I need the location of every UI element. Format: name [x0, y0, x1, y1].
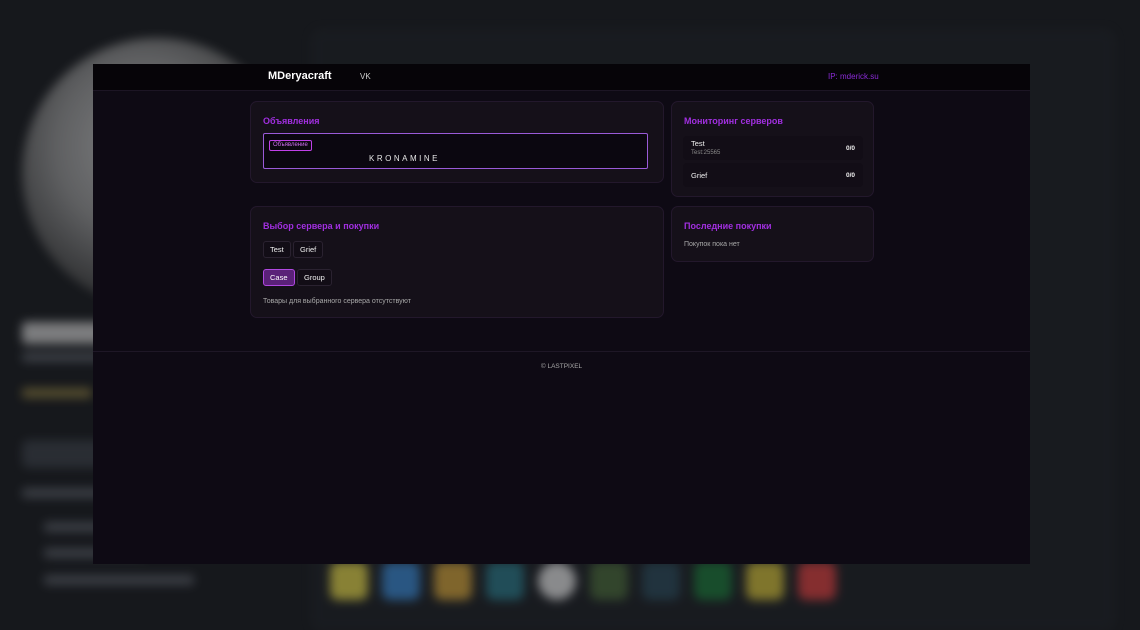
shop-window: MDeryacraft VK IP: mderick.su Объявления…: [93, 64, 1030, 564]
footer-divider: [93, 351, 1030, 352]
server-ip[interactable]: IP: mderick.su: [828, 72, 879, 81]
background-text-line: [22, 388, 92, 398]
announcements-card: Объявления Объявление KRONAMINE: [250, 101, 664, 183]
background-app-icon: [746, 562, 784, 600]
server-tab-grief[interactable]: Grief: [293, 241, 324, 258]
monitoring-card: Мониторинг серверов Test Test:25565 0/0 …: [671, 101, 874, 197]
background-text-line: [44, 575, 194, 585]
server-address: Test:25565: [691, 150, 721, 156]
server-name: Grief: [691, 171, 708, 180]
recent-purchases-title: Последние покупки: [684, 221, 772, 231]
background-app-icon: [798, 562, 836, 600]
announcement-text: KRONAMINE: [369, 154, 440, 163]
recent-purchases-card: Последние покупки Покупок пока нет: [671, 206, 874, 262]
background-app-icon: [382, 562, 420, 600]
announcement-item[interactable]: Объявление KRONAMINE: [263, 133, 648, 169]
background-app-icon: [486, 562, 524, 600]
background-app-icon: [538, 562, 576, 600]
vk-link[interactable]: VK: [360, 72, 371, 81]
background-app-icon: [694, 562, 732, 600]
monitoring-title: Мониторинг серверов: [684, 116, 783, 126]
brand-logo[interactable]: MDeryacraft: [268, 70, 332, 82]
announcement-badge: Объявление: [269, 140, 312, 151]
server-online-count: 0/0: [845, 145, 855, 152]
background-app-icon: [434, 562, 472, 600]
shop-card: Выбор сервера и покупки Test Grief Case …: [250, 206, 664, 318]
shop-title: Выбор сервера и покупки: [263, 221, 380, 231]
server-tab-test[interactable]: Test: [263, 241, 291, 258]
background-app-icon: [330, 562, 368, 600]
server-name: Test: [691, 139, 705, 148]
server-online-count: 0/0: [845, 172, 855, 179]
recent-purchases-empty: Покупок пока нет: [684, 241, 740, 248]
navbar: MDeryacraft VK IP: mderick.su: [93, 64, 1030, 91]
server-status-row: Grief 0/0: [683, 163, 863, 187]
empty-products-text: Товары для выбранного сервера отсутствую…: [263, 298, 411, 305]
background-app-icons: [330, 562, 836, 600]
background-app-icon: [590, 562, 628, 600]
background-app-icon: [642, 562, 680, 600]
server-status-row: Test Test:25565 0/0: [683, 136, 863, 160]
footer-copyright: © LASTPIXEL: [540, 363, 583, 370]
category-tab-case[interactable]: Case: [263, 269, 295, 286]
category-tab-group[interactable]: Group: [297, 269, 332, 286]
announcements-title: Объявления: [263, 116, 320, 126]
